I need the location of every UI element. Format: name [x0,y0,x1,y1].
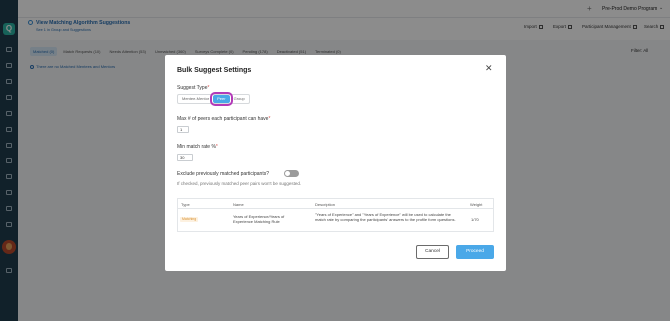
col-name: Name [233,202,244,207]
col-description: Description [315,202,336,207]
exclude-hint: If checked, previously matched peer pair… [177,181,302,186]
col-type: Type [181,202,190,207]
exclude-toggle[interactable] [284,170,299,177]
suggest-type-mentee-mentor[interactable]: Mentee-Mentor [178,95,213,103]
suggest-type-group[interactable]: Group [230,95,249,103]
suggest-type-selector: Mentee-Mentor Peer Group [177,92,250,106]
cancel-button[interactable]: Cancel [416,245,449,259]
proceed-button[interactable]: Proceed [456,245,494,259]
exclude-label: Exclude previously matched participants? [177,171,269,177]
table-divider [177,208,494,209]
suggest-type-label: Suggest Type* [177,85,210,91]
col-weight: Weight [470,202,483,207]
close-icon[interactable]: ✕ [485,64,493,73]
max-peers-input[interactable]: 1 [177,126,189,133]
rule-description: "Years of Experience" and "Years of Expe… [315,212,456,222]
max-peers-label: Max # of peers each participant can have… [177,116,271,122]
rule-weight: 1/70 [471,217,479,222]
min-match-label: Min match rate %* [177,144,218,150]
min-match-input[interactable]: 30 [177,154,193,161]
suggest-type-peer[interactable]: Peer [210,92,233,106]
rule-name: Years of Experience/Years of Experience … [233,214,285,224]
bulk-suggest-modal: Bulk Suggest Settings ✕ Suggest Type* Me… [165,55,506,271]
modal-title: Bulk Suggest Settings [177,67,252,74]
rule-type-badge: Matching [180,217,199,222]
